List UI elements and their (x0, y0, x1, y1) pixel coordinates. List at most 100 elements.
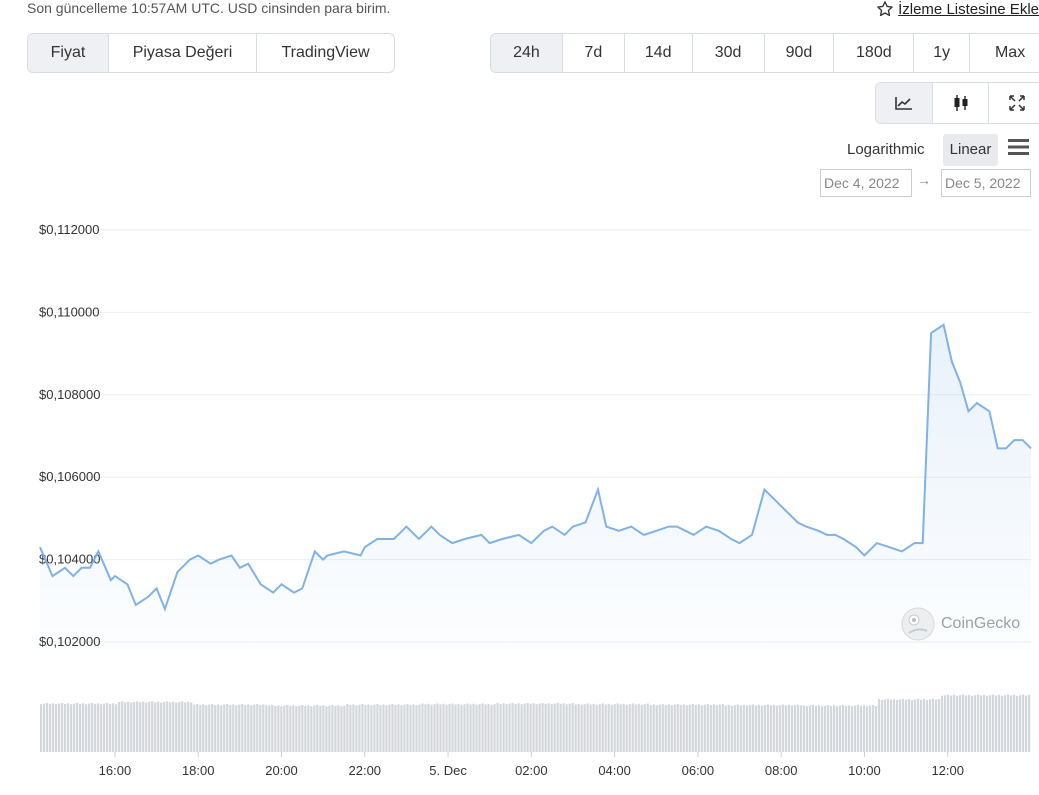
range-tab-7d[interactable]: 7d (561, 34, 624, 72)
volume-bar (265, 705, 268, 752)
tab-tradingview[interactable]: TradingView (256, 34, 394, 72)
volume-bar (193, 704, 196, 752)
volume-bar (178, 702, 181, 752)
menu-icon[interactable] (1008, 139, 1029, 155)
volume-bar (220, 705, 223, 752)
range-tab-24h[interactable]: 24h (491, 34, 562, 72)
volume-bar (157, 701, 160, 752)
volume-bar (253, 704, 256, 752)
linear-scale-button[interactable]: Linear (943, 134, 998, 166)
volume-bar (874, 705, 878, 752)
volume-bar (757, 704, 760, 752)
price-chart[interactable]: $0,102000$0,104000$0,106000$0,108000$0,1… (0, 200, 1039, 795)
fullscreen-button[interactable] (988, 83, 1039, 123)
volume-bar (148, 702, 151, 752)
volume-bar (673, 704, 676, 752)
volume-bar (385, 705, 388, 752)
volume-bar (568, 703, 571, 752)
volume-bar (556, 703, 559, 752)
coingecko-watermark: CoinGecko (901, 607, 1020, 641)
volume-bar (775, 705, 778, 752)
date-range-arrow: → (917, 172, 931, 188)
volume-bar (940, 695, 944, 752)
volume-bar (223, 704, 226, 752)
date-to-input[interactable]: Dec 5, 2022 (941, 169, 1031, 197)
volume-bar (637, 703, 640, 752)
volume-bar (250, 705, 253, 752)
volume-bar (970, 695, 974, 752)
volume-bar (529, 703, 532, 752)
volume-bar (661, 704, 664, 752)
volume-bar (502, 703, 505, 752)
brand-label: CoinGecko (941, 615, 1021, 632)
volume-bar (649, 704, 652, 752)
volume-bar (595, 704, 598, 752)
volume-bar (196, 704, 199, 752)
volume-bar (772, 704, 775, 752)
volume-bar (607, 703, 610, 752)
tab-price[interactable]: Fiyat (28, 34, 108, 72)
volume-bar (640, 704, 643, 752)
volume-bar (862, 705, 866, 752)
volume-bar (364, 704, 367, 752)
expand-icon (1008, 95, 1025, 111)
volume-bar (337, 705, 340, 752)
range-tab-max[interactable]: Max (969, 34, 1039, 72)
volume-bar (679, 704, 682, 752)
volume-bar (103, 703, 106, 752)
volume-bar (1024, 695, 1028, 752)
logarithmic-scale-button[interactable]: Logarithmic (847, 134, 925, 166)
tab-market-cap[interactable]: Piyasa Değeri (108, 34, 256, 72)
volume-bar (919, 699, 923, 752)
volume-bar (541, 703, 544, 752)
range-tab-14d[interactable]: 14d (623, 34, 692, 72)
volume-bar (820, 706, 823, 752)
volume-bar (481, 703, 484, 752)
volume-bar (652, 704, 655, 752)
volume-bar (754, 705, 757, 752)
volume-bar (610, 704, 613, 752)
volume-bar (790, 705, 793, 752)
volume-bar (796, 704, 799, 752)
volume-bar (373, 704, 376, 752)
volume-bar (1012, 694, 1016, 752)
volume-bar (307, 705, 310, 752)
volume-bars (40, 694, 1031, 752)
range-tab-180d[interactable]: 180d (833, 34, 913, 72)
volume-bar (175, 702, 178, 752)
volume-bar (709, 704, 712, 752)
range-tab-30d[interactable]: 30d (691, 34, 764, 72)
line-chart-button[interactable] (876, 83, 932, 123)
volume-bar (886, 698, 890, 752)
range-tab-90d[interactable]: 90d (763, 34, 834, 72)
volume-bar (91, 703, 94, 752)
volume-bar (76, 703, 79, 752)
volume-bar (94, 703, 97, 752)
range-tab-1y[interactable]: 1y (913, 34, 969, 72)
x-tick-label: 22:00 (349, 763, 382, 778)
volume-bar (664, 704, 667, 752)
add-to-watchlist-link[interactable]: İzleme Listesine Ekle (876, 0, 1039, 18)
volume-bar (991, 694, 995, 752)
volume-bar (334, 705, 337, 752)
volume-bar (706, 704, 709, 752)
volume-bar (559, 703, 562, 752)
volume-bar (823, 705, 826, 752)
volume-bar (811, 705, 814, 752)
volume-bar (52, 703, 55, 752)
volume-bar (97, 703, 100, 752)
volume-bar (859, 705, 863, 752)
volume-bar (124, 702, 127, 752)
volume-bar (172, 701, 175, 752)
candlestick-chart-button[interactable] (932, 83, 988, 123)
volume-bar (973, 695, 977, 752)
volume-bar (277, 705, 280, 752)
volume-bar (562, 703, 565, 752)
volume-bar (475, 704, 478, 752)
volume-bar (799, 705, 802, 752)
volume-bar (580, 704, 583, 752)
date-from-input[interactable]: Dec 4, 2022 (820, 169, 912, 197)
volume-bar (658, 704, 661, 752)
volume-bar (904, 699, 908, 752)
volume-bar (616, 703, 619, 752)
